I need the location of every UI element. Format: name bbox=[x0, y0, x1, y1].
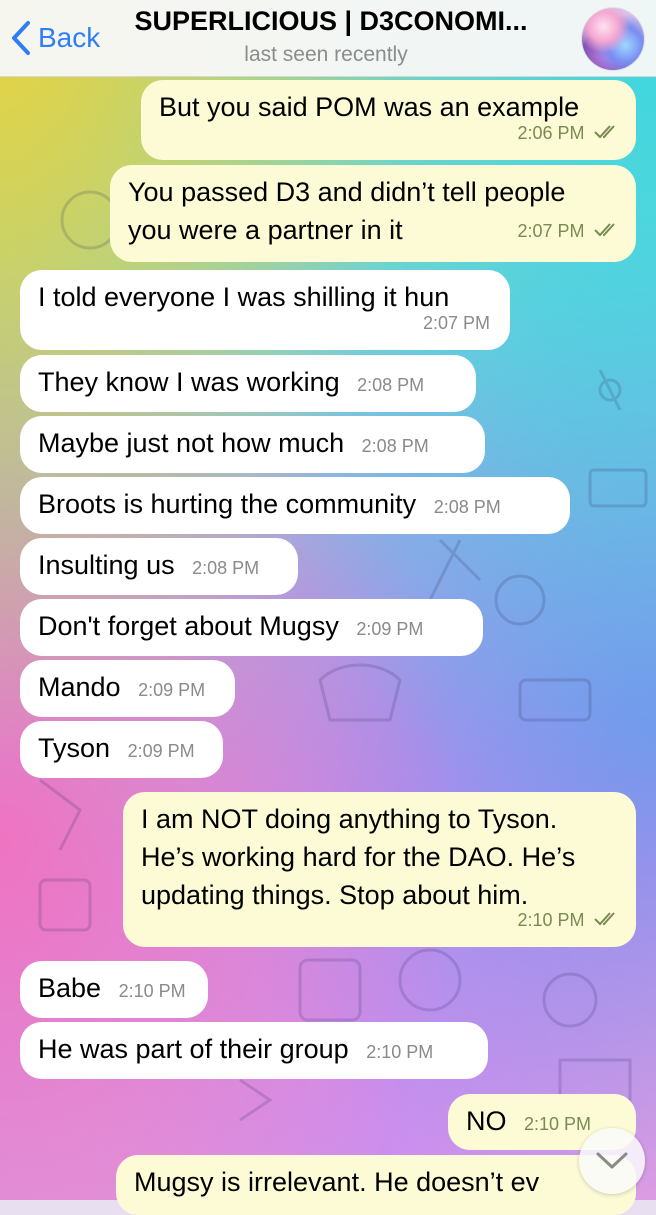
message-time: 2:09 PM bbox=[356, 619, 424, 639]
message-bubble-outgoing[interactable]: Mugsy is irrelevant. He doesn’t ev bbox=[116, 1155, 636, 1215]
last-seen-status: last seen recently bbox=[244, 43, 408, 66]
message-bubble-incoming[interactable]: Insulting us 2:08 PM bbox=[20, 538, 298, 595]
message-time: 2:10 PM bbox=[524, 1114, 592, 1134]
message-bubble-outgoing[interactable]: I am NOT doing anything to Tyson. He’s w… bbox=[123, 792, 636, 947]
message-bubble-incoming[interactable]: He was part of their group 2:10 PM bbox=[20, 1022, 488, 1079]
message-text-line: You passed D3 and didn’t tell people bbox=[128, 177, 566, 207]
message-bubble-incoming[interactable]: Maybe just not how much 2:08 PM bbox=[20, 416, 485, 473]
message-time: 2:10 PM bbox=[517, 910, 585, 930]
chevron-left-icon bbox=[12, 21, 30, 55]
message-bubble-incoming[interactable]: Don't forget about Mugsy 2:09 PM bbox=[20, 599, 483, 656]
message-time: 2:08 PM bbox=[361, 436, 429, 456]
message-text: Insulting us bbox=[38, 550, 175, 580]
scroll-to-bottom-button[interactable] bbox=[579, 1128, 645, 1194]
message-time: 2:10 PM bbox=[118, 981, 186, 1001]
message-bubble-incoming[interactable]: Babe 2:10 PM bbox=[20, 961, 208, 1018]
message-bubble-outgoing[interactable]: But you said POM was an example 2:06 PM bbox=[141, 80, 636, 160]
chevron-down-icon bbox=[596, 1152, 628, 1169]
double-check-icon bbox=[594, 125, 615, 139]
message-text: He was part of their group bbox=[38, 1034, 349, 1064]
message-text: NO bbox=[466, 1106, 507, 1136]
back-button[interactable]: Back bbox=[10, 18, 100, 58]
message-time: 2:09 PM bbox=[127, 741, 195, 761]
message-text: Maybe just not how much bbox=[38, 428, 345, 458]
double-check-icon bbox=[594, 223, 615, 237]
chat-title[interactable]: SUPERLICIOUS | D3CONOMI... bbox=[116, 6, 546, 37]
message-time: 2:10 PM bbox=[366, 1042, 434, 1062]
message-time: 2:08 PM bbox=[357, 375, 425, 395]
double-check-icon bbox=[594, 912, 615, 926]
message-bubble-incoming[interactable]: Mando 2:09 PM bbox=[20, 660, 235, 717]
message-time: 2:07 PM bbox=[422, 313, 490, 333]
message-time: 2:08 PM bbox=[433, 497, 501, 517]
message-text: Don't forget about Mugsy bbox=[38, 611, 339, 641]
message-text-line: He’s working hard for the DAO. He’s bbox=[141, 842, 576, 872]
back-label: Back bbox=[38, 22, 101, 53]
message-text: Babe bbox=[38, 973, 102, 1003]
message-text: Broots is hurting the community bbox=[38, 489, 417, 519]
message-time: 2:09 PM bbox=[138, 680, 206, 700]
message-text-line: I am NOT doing anything to Tyson. bbox=[141, 804, 558, 834]
message-text: Mugsy is irrelevant. He doesn’t ev bbox=[134, 1167, 540, 1197]
message-bubble-incoming[interactable]: They know I was working 2:08 PM bbox=[20, 355, 476, 412]
message-text: Tyson bbox=[38, 733, 111, 763]
message-time: 2:08 PM bbox=[192, 558, 260, 578]
message-text: Mando bbox=[38, 672, 121, 702]
message-text: They know I was working bbox=[38, 367, 340, 397]
message-time: 2:07 PM bbox=[517, 221, 585, 241]
message-bubble-outgoing[interactable]: You passed D3 and didn’t tell people you… bbox=[110, 165, 636, 262]
message-bubble-incoming[interactable]: Broots is hurting the community 2:08 PM bbox=[20, 477, 570, 534]
avatar[interactable] bbox=[582, 8, 644, 70]
message-bubble-incoming[interactable]: Tyson 2:09 PM bbox=[20, 721, 223, 778]
message-bubble-incoming[interactable]: I told everyone I was shilling it hun 2:… bbox=[20, 270, 510, 350]
chat-header: Back SUPERLICIOUS | D3CONOMI... last see… bbox=[0, 0, 656, 77]
message-time: 2:06 PM bbox=[517, 123, 585, 143]
